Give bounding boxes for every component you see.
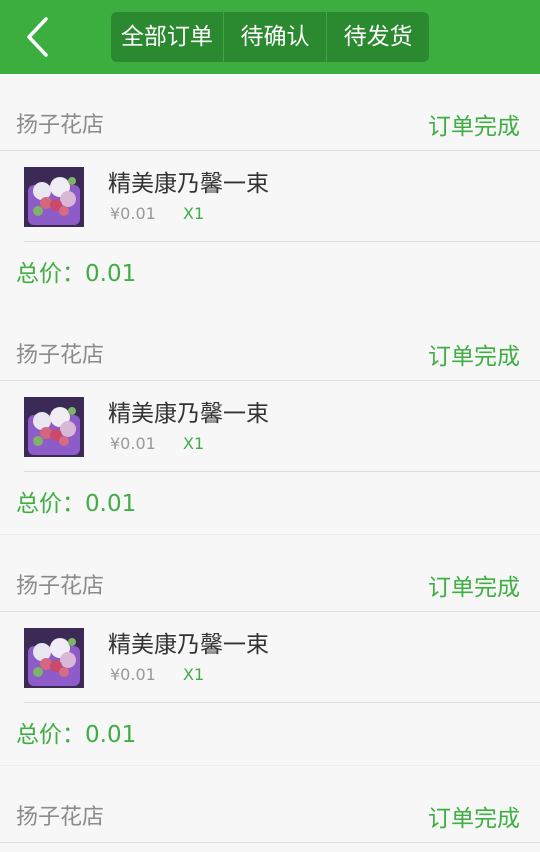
order-card[interactable]: 扬子花店 订单完成 精美康乃馨一束 ¥0.01 X1 总价：0.01 xyxy=(0,304,540,534)
order-total-row: 总价：0.01 xyxy=(0,242,540,304)
order-total: 总价：0.01 xyxy=(16,722,137,748)
order-total-row: 总价：0.01 xyxy=(0,703,540,765)
product-thumbnail xyxy=(24,628,84,688)
product-name: 精美康乃馨一束 xyxy=(108,401,269,427)
tab-all-orders[interactable]: 全部订单 xyxy=(111,12,223,62)
back-button[interactable] xyxy=(18,12,62,62)
shop-name: 扬子花店 xyxy=(16,113,105,138)
order-total: 总价：0.01 xyxy=(16,261,137,287)
order-header: 扬子花店 订单完成 xyxy=(0,766,540,843)
order-header: 扬子花店 订单完成 xyxy=(0,304,540,381)
product-thumbnail xyxy=(24,167,84,227)
order-card[interactable]: 扬子花店 订单完成 精美康乃馨一束 ¥0.01 X1 总价：0.01 xyxy=(0,535,540,765)
order-status: 订单完成 xyxy=(428,806,520,832)
top-bar: 全部订单 待确认 待发货 xyxy=(0,0,540,74)
order-item[interactable]: 精美康乃馨一束 ¥0.01 X1 xyxy=(0,381,540,472)
product-name: 精美康乃馨一束 xyxy=(108,632,269,658)
tab-pending-confirm[interactable]: 待确认 xyxy=(222,12,328,62)
flower-bouquet-image xyxy=(24,397,84,457)
order-item[interactable]: 精美康乃馨一束 ¥0.01 X1 xyxy=(0,612,540,703)
flower-bouquet-image xyxy=(24,167,84,227)
product-thumbnail xyxy=(24,397,84,457)
product-price: ¥0.01 xyxy=(110,434,156,453)
order-status: 订单完成 xyxy=(428,114,520,140)
product-price: ¥0.01 xyxy=(110,665,156,684)
shop-name: 扬子花店 xyxy=(16,805,105,830)
order-card[interactable]: 扬子花店 订单完成 精美康乃馨一束 ¥0.01 X1 总价：0.01 xyxy=(0,74,540,304)
product-quantity: X1 xyxy=(183,434,205,453)
product-quantity: X1 xyxy=(183,204,205,223)
order-status: 订单完成 xyxy=(428,344,520,370)
product-quantity: X1 xyxy=(183,665,205,684)
shop-name: 扬子花店 xyxy=(16,574,105,599)
product-name: 精美康乃馨一束 xyxy=(108,171,269,197)
order-item[interactable]: 精美康乃馨一束 ¥0.01 X1 xyxy=(0,151,540,242)
order-header: 扬子花店 订单完成 xyxy=(0,535,540,612)
tab-pending-shipment[interactable]: 待发货 xyxy=(327,12,429,62)
order-total: 总价：0.01 xyxy=(16,491,137,517)
product-price: ¥0.01 xyxy=(110,204,156,223)
order-tabs: 全部订单 待确认 待发货 xyxy=(111,12,429,62)
order-total-row: 总价：0.01 xyxy=(0,472,540,534)
order-header: 扬子花店 订单完成 xyxy=(0,74,540,151)
order-status: 订单完成 xyxy=(428,575,520,601)
order-card[interactable]: 扬子花店 订单完成 xyxy=(0,766,540,852)
shop-name: 扬子花店 xyxy=(16,343,105,368)
flower-bouquet-image xyxy=(24,628,84,688)
chevron-left-icon xyxy=(27,17,48,57)
